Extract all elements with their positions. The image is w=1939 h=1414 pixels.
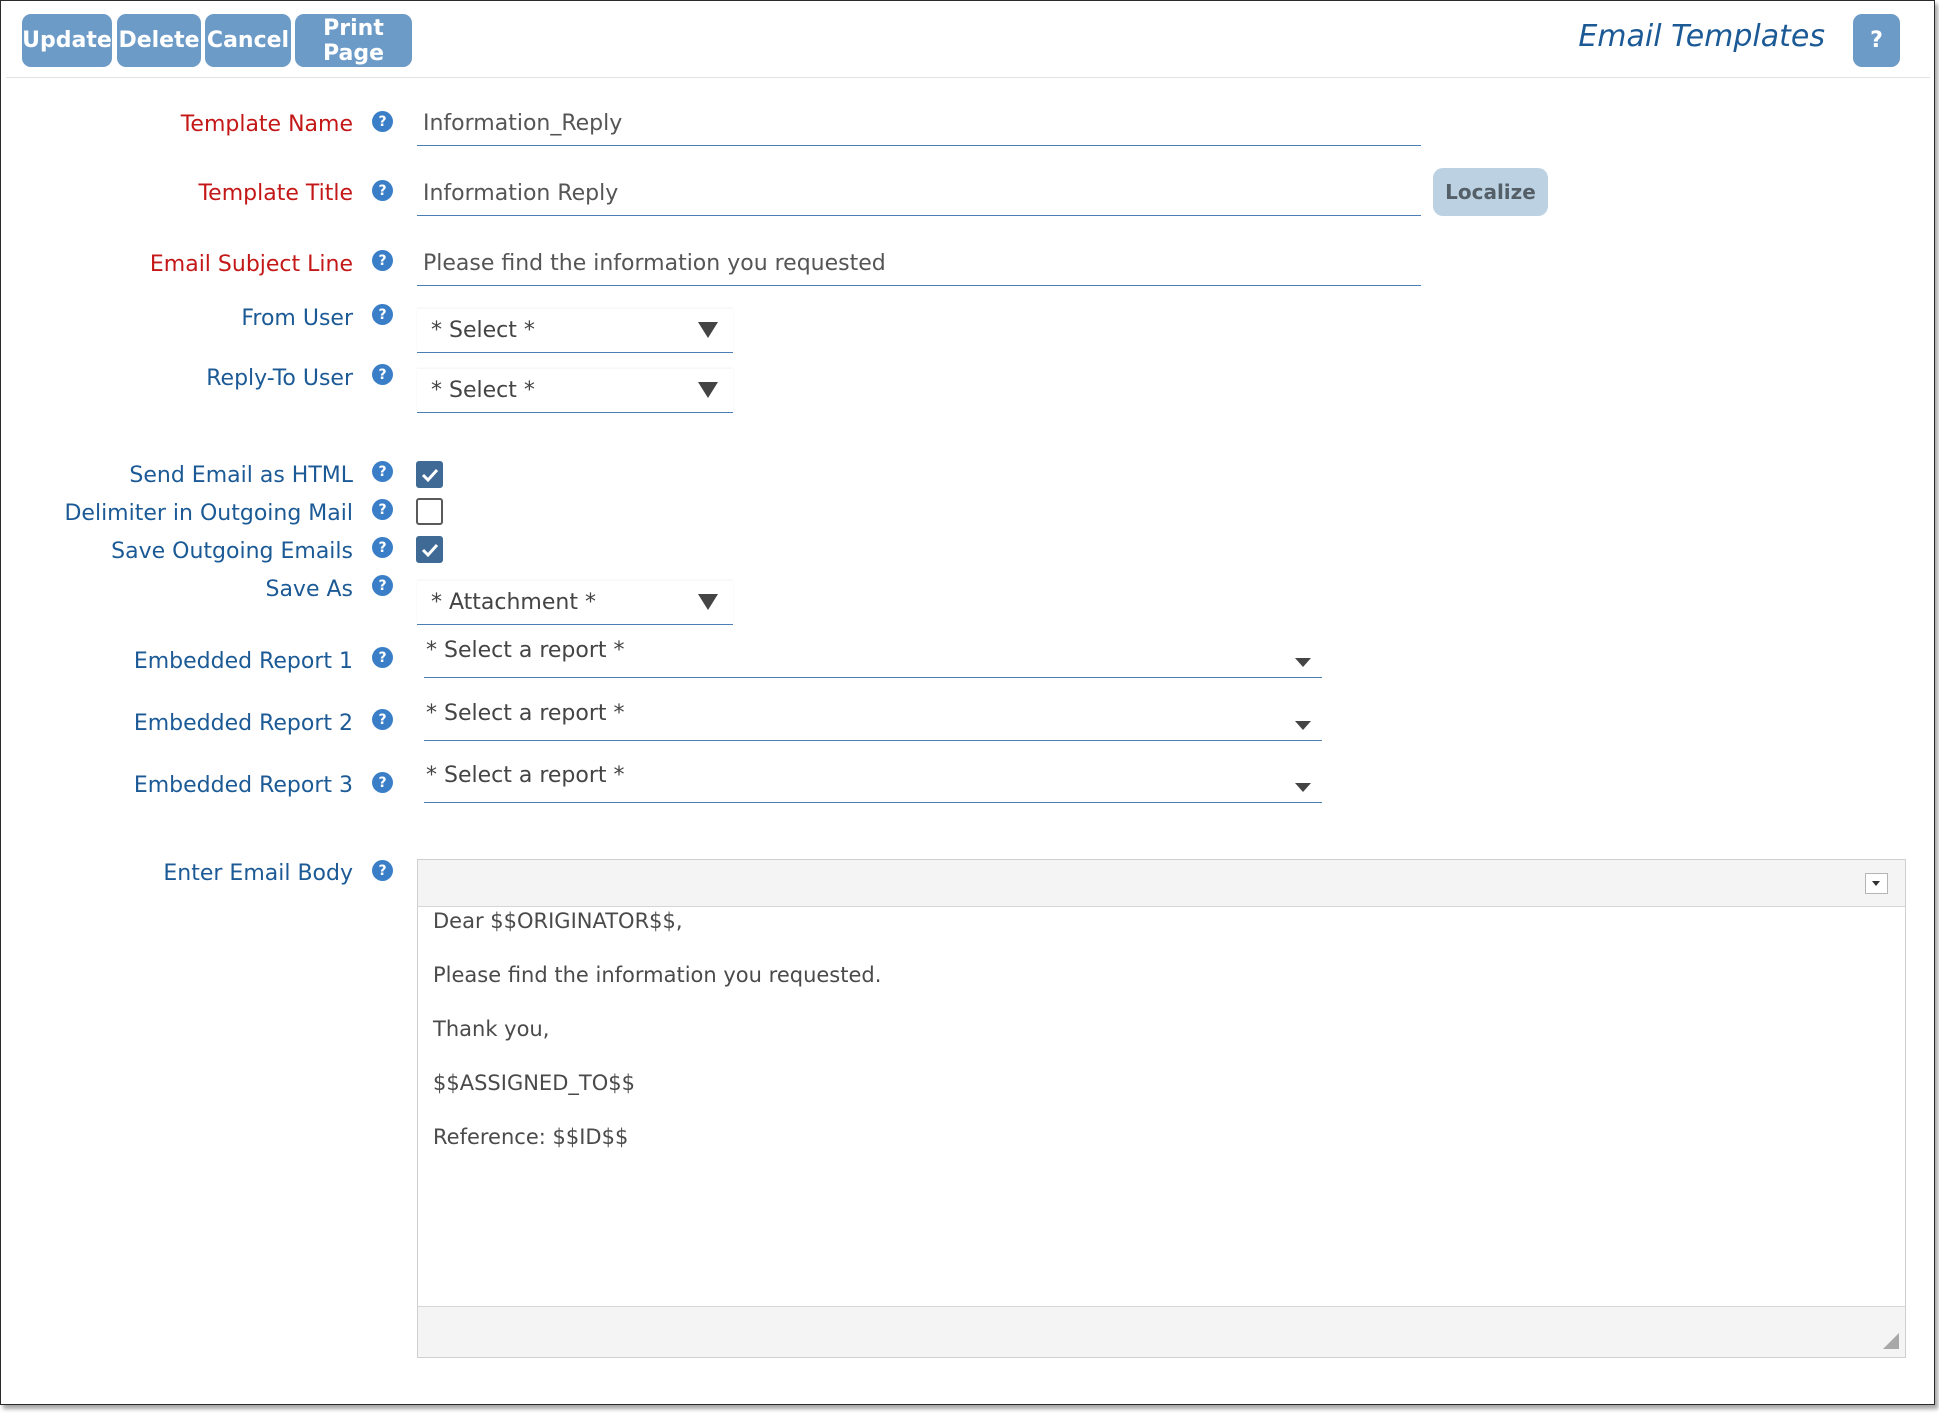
email-body-content[interactable]: Dear $$ORIGINATOR$$, Please find the inf… <box>418 906 1905 1306</box>
help-icon[interactable]: ? <box>372 499 393 520</box>
help-icon[interactable]: ? <box>372 772 393 793</box>
email-templates-window: Update Delete Cancel Print Page Email Te… <box>0 0 1935 1405</box>
editor-toolbar <box>418 860 1905 907</box>
embedded-report-2-label: Embedded Report 2 <box>133 711 353 736</box>
save-outgoing-label: Save Outgoing Emails <box>111 539 353 564</box>
email-subject-input[interactable] <box>417 242 1421 286</box>
toolbar: Update Delete Cancel Print Page Email Te… <box>6 1 1930 78</box>
email-body-line: Dear $$ORIGINATOR$$, <box>433 909 683 933</box>
help-icon[interactable]: ? <box>372 860 393 881</box>
reply-to-user-value: * Select * <box>431 378 535 403</box>
from-user-value: * Select * <box>431 318 535 343</box>
email-body-line: Please find the information you requeste… <box>433 963 882 987</box>
help-icon[interactable]: ? <box>372 575 393 596</box>
page-title: Email Templates <box>1578 19 1825 54</box>
editor-status-bar <box>418 1306 1905 1357</box>
email-body-line: Thank you, <box>433 1017 550 1041</box>
help-icon[interactable]: ? <box>372 647 393 668</box>
email-body-label: Enter Email Body <box>163 861 353 886</box>
embedded-report-1-select[interactable]: * Select a report * <box>424 638 1322 678</box>
template-title-input[interactable] <box>417 172 1421 216</box>
help-icon[interactable]: ? <box>372 537 393 558</box>
from-user-label: From User <box>241 306 353 331</box>
embedded-report-1-value: * Select a report * <box>426 638 625 663</box>
save-outgoing-checkbox[interactable] <box>416 536 443 563</box>
checkmark-icon <box>421 543 439 558</box>
embedded-report-3-label: Embedded Report 3 <box>133 773 353 798</box>
checkmark-icon <box>421 468 439 483</box>
embedded-report-2-select[interactable]: * Select a report * <box>424 701 1322 741</box>
delete-button[interactable]: Delete <box>117 14 201 67</box>
cancel-button[interactable]: Cancel <box>205 14 291 67</box>
template-name-label: Template Name <box>180 112 353 137</box>
editor-toolbar-toggle[interactable] <box>1865 873 1888 894</box>
print-page-button[interactable]: Print Page <box>295 14 412 67</box>
save-as-label: Save As <box>265 577 353 602</box>
help-icon[interactable]: ? <box>372 364 393 385</box>
dropdown-arrow-icon <box>698 594 718 610</box>
send-html-label: Send Email as HTML <box>129 463 353 488</box>
chevron-down-icon <box>1872 881 1880 886</box>
localize-button[interactable]: Localize <box>1433 168 1548 216</box>
email-body-line: Reference: $$ID$$ <box>433 1125 629 1149</box>
save-as-value: * Attachment * <box>431 590 596 615</box>
help-icon[interactable]: ? <box>372 111 393 132</box>
resize-handle-icon[interactable] <box>1883 1333 1899 1349</box>
delimiter-label: Delimiter in Outgoing Mail <box>64 501 353 526</box>
reply-to-user-label: Reply-To User <box>206 366 353 391</box>
embedded-report-2-value: * Select a report * <box>426 701 625 726</box>
template-title-label: Template Title <box>198 181 353 206</box>
help-icon[interactable]: ? <box>372 250 393 271</box>
dropdown-arrow-icon <box>1295 658 1311 667</box>
embedded-report-3-value: * Select a report * <box>426 763 625 788</box>
from-user-select[interactable]: * Select * <box>417 309 733 353</box>
email-body-line: $$ASSIGNED_TO$$ <box>433 1071 635 1095</box>
delimiter-checkbox[interactable] <box>416 498 443 525</box>
help-icon[interactable]: ? <box>372 180 393 201</box>
help-icon[interactable]: ? <box>372 709 393 730</box>
embedded-report-3-select[interactable]: * Select a report * <box>424 763 1322 803</box>
send-html-checkbox[interactable] <box>416 461 443 488</box>
dropdown-arrow-icon <box>698 382 718 398</box>
help-button[interactable]: ? <box>1853 14 1900 67</box>
email-subject-label: Email Subject Line <box>149 252 353 277</box>
dropdown-arrow-icon <box>1295 783 1311 792</box>
email-body-editor: Dear $$ORIGINATOR$$, Please find the inf… <box>417 859 1906 1358</box>
template-name-input[interactable] <box>417 102 1421 146</box>
update-button[interactable]: Update <box>22 14 112 67</box>
save-as-select[interactable]: * Attachment * <box>417 581 733 625</box>
embedded-report-1-label: Embedded Report 1 <box>133 649 353 674</box>
help-icon[interactable]: ? <box>372 304 393 325</box>
help-icon[interactable]: ? <box>372 461 393 482</box>
dropdown-arrow-icon <box>698 322 718 338</box>
dropdown-arrow-icon <box>1295 721 1311 730</box>
reply-to-user-select[interactable]: * Select * <box>417 369 733 413</box>
